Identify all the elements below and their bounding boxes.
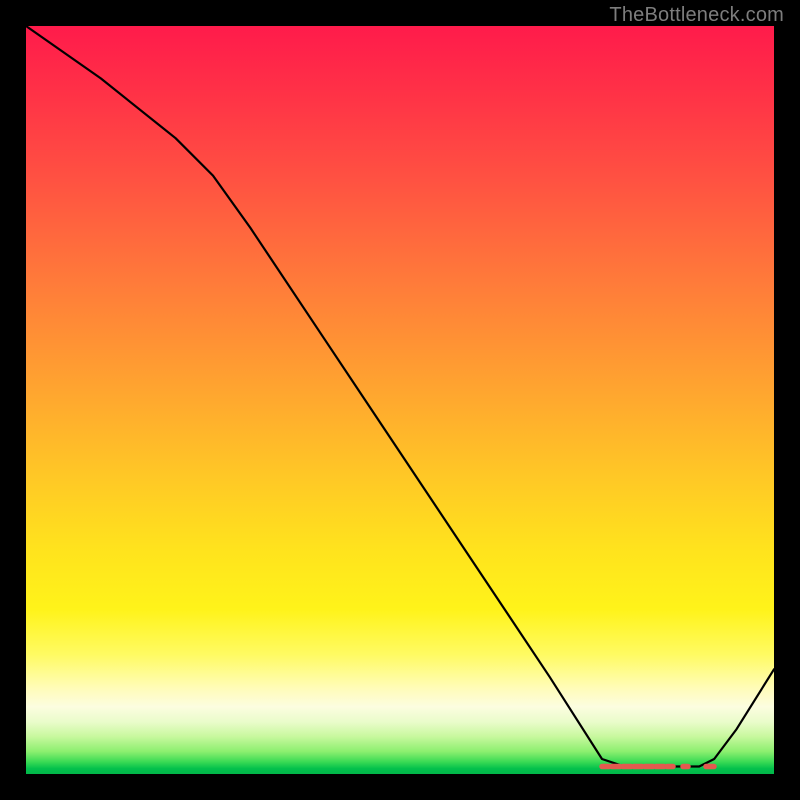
chart-overlay: [26, 26, 774, 774]
watermark-text: TheBottleneck.com: [609, 4, 784, 27]
chart-frame: TheBottleneck.com: [0, 0, 800, 800]
bottleneck-curve: [26, 26, 774, 767]
